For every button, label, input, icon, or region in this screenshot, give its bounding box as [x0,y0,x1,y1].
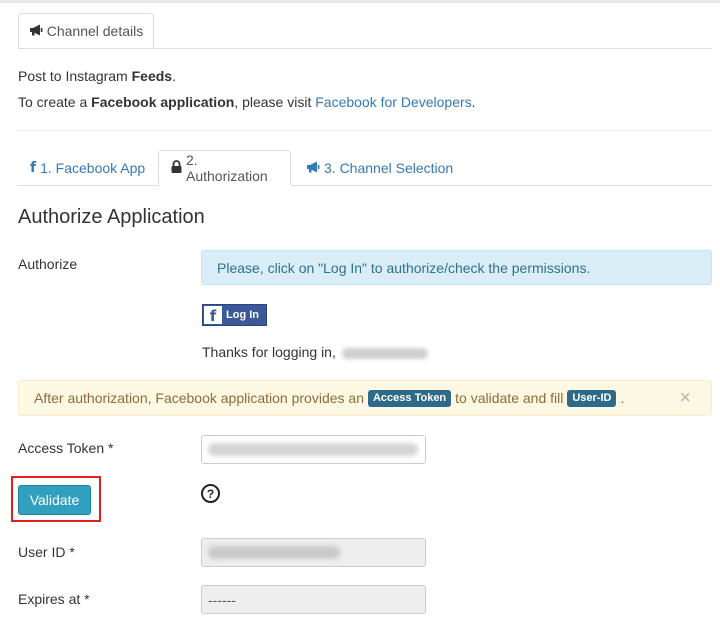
access-token-label: Access Token * [18,440,114,456]
validate-button[interactable]: Validate [18,485,91,515]
tab-label: 1. Facebook App [40,160,146,176]
access-token-input[interactable] [201,435,426,464]
tab-facebook-app[interactable]: f 1. Facebook App [18,150,157,186]
user-id-input[interactable] [201,538,426,567]
top-border [0,0,720,3]
lock-icon [171,160,182,176]
tab-label: 2. Authorization [186,152,268,184]
facebook-login-button[interactable]: f Log In [202,304,267,326]
login-thanks: Thanks for logging in, [202,344,428,360]
intro-text: To create a [18,94,92,110]
facebook-developers-link[interactable]: Facebook for Developers [315,94,471,110]
thanks-text: Thanks for logging in, [202,344,340,360]
facebook-logo-icon: f [204,306,222,324]
alert-text: . [620,390,625,406]
close-icon[interactable]: × [679,387,691,409]
intro-line-2: To create a Facebook application, please… [18,94,476,110]
redacted-user-name [341,347,428,359]
intro-text: . [471,94,476,110]
megaphone-icon [306,160,320,176]
help-icon[interactable]: ? [201,484,220,503]
alert-text: to validate and fill [455,390,564,406]
access-token-badge: Access Token [367,389,452,407]
tab-channel-selection[interactable]: 3. Channel Selection [294,150,465,186]
intro-line-1: Post to Instagram Feeds. [18,68,176,84]
alert-text: After authorization, Facebook applicatio… [34,390,364,406]
tab-underline [18,48,712,49]
intro-text: Post to Instagram [18,68,132,84]
expires-at-input[interactable]: ------ [201,585,426,614]
megaphone-icon [29,23,43,39]
redacted-user-id [208,546,340,559]
expires-at-value: ------ [208,591,236,608]
intro-bold: Feeds [131,68,173,84]
warning-alert: After authorization, Facebook applicatio… [18,380,712,416]
intro-text: . [172,68,176,84]
user-id-label: User ID * [18,544,75,560]
expires-at-label: Expires at * [18,591,90,607]
tab-channel-details[interactable]: Channel details [18,13,154,49]
authorize-label: Authorize [18,256,78,272]
facebook-f-icon: f [30,160,37,176]
section-title: Authorize Application [18,206,205,228]
tab-label: Channel details [46,23,144,39]
divider [18,130,712,131]
intro-bold: Facebook application [91,94,235,110]
redacted-access-token [208,443,418,456]
tab-authorization[interactable]: 2. Authorization [158,150,291,186]
intro-text: , please visit [234,94,316,110]
user-id-badge: User-ID [567,389,617,407]
login-label: Log In [226,309,259,321]
tab-label: 3. Channel Selection [324,160,454,176]
info-alert: Please, click on "Log In" to authorize/c… [201,250,712,285]
